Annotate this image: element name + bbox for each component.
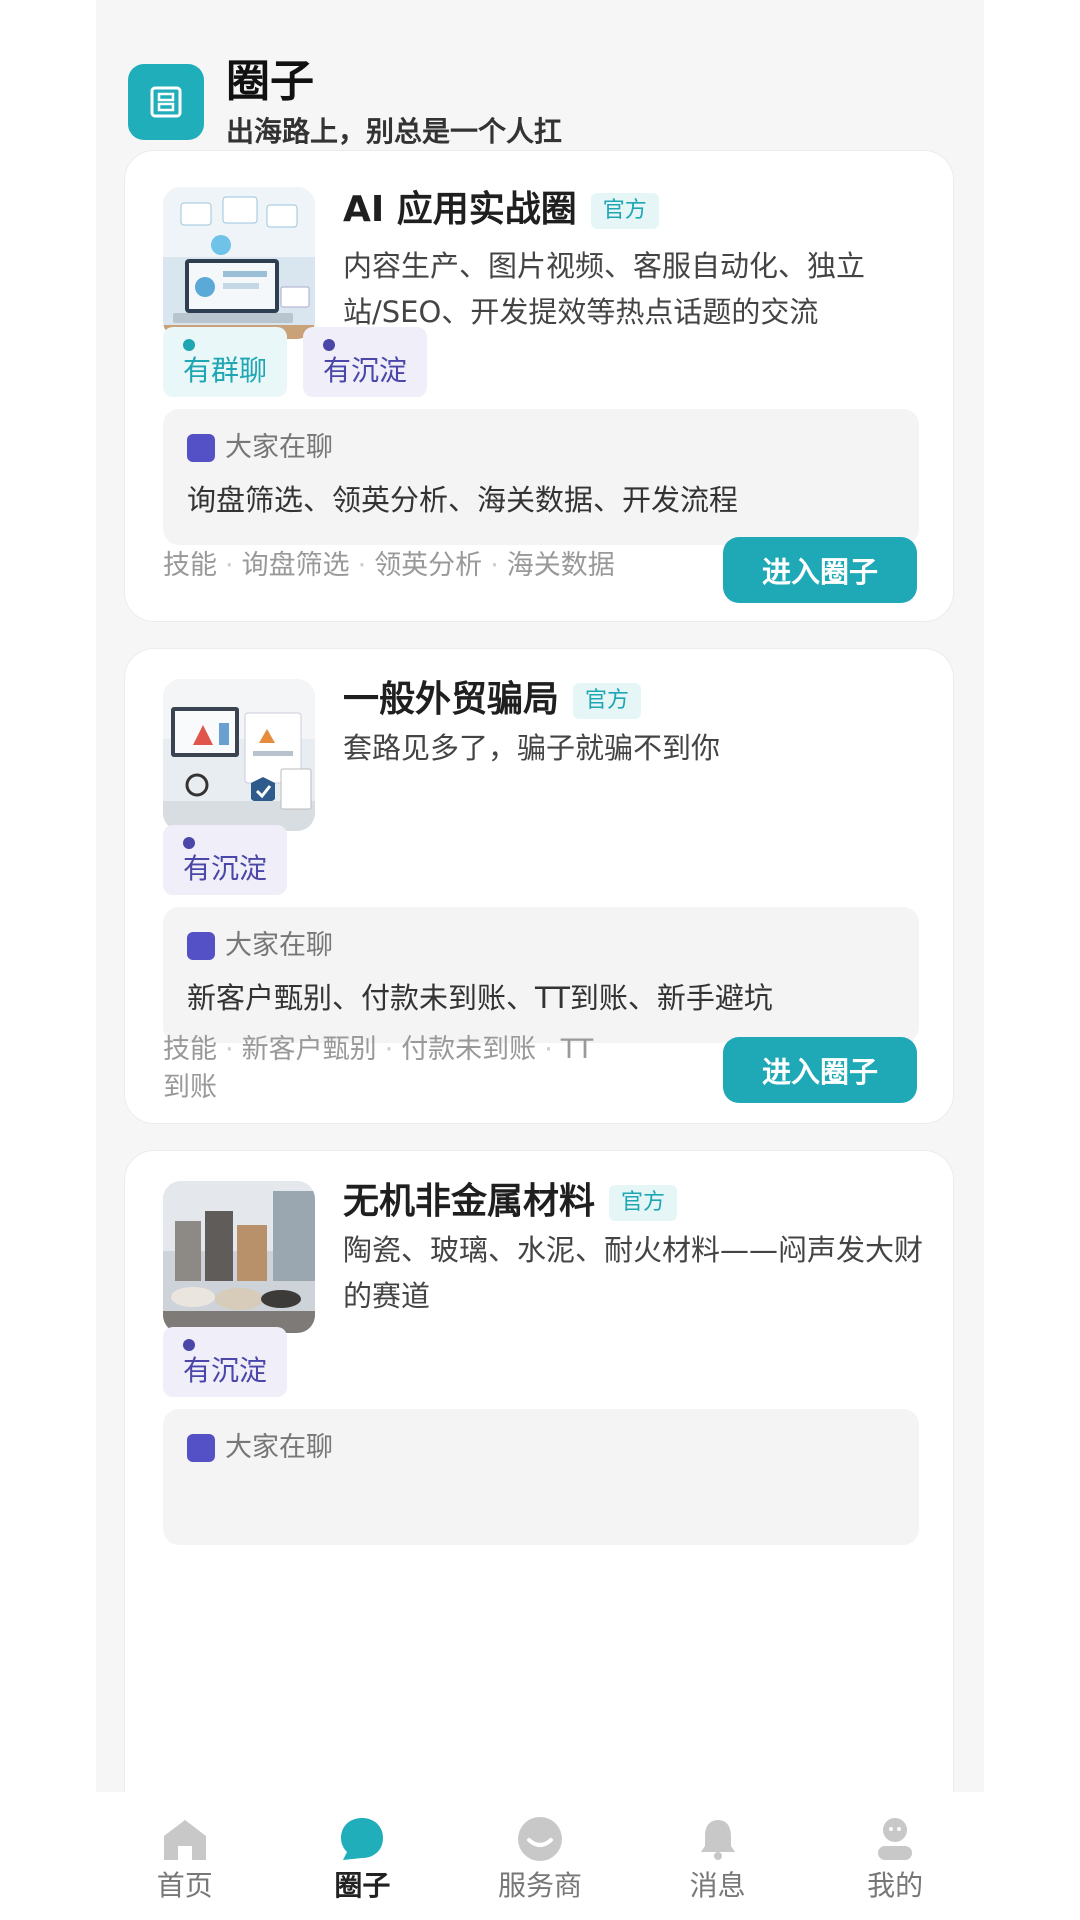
keyword-list: 技能 · 新客户甄别 · 付款未到账 · TT到账: [163, 1034, 594, 1103]
discussion-topics: 新客户甄别、付款未到账、TT到账、新手避坑: [187, 981, 773, 1015]
official-badge: 官方: [590, 193, 659, 229]
discussion-topics: 询盘筛选、领英分析、海关数据、开发流程: [187, 483, 739, 517]
tag-dot-icon: [323, 339, 336, 351]
official-badge: 官方: [573, 683, 642, 719]
page-title: 圈子: [226, 56, 314, 107]
card-thumbnail-image: [163, 679, 315, 831]
page-subtitle: 出海路上，别总是一个人扛: [226, 115, 563, 148]
enter-circle-button[interactable]: 进入圈子: [723, 1037, 917, 1103]
card-description: 套路见多了，骗子就骗不到你: [343, 731, 721, 765]
nav-item-home[interactable]: 首页: [105, 1792, 265, 1904]
tag-accumulation: 有沉淀: [303, 327, 428, 397]
nav-label: 首页: [156, 1869, 213, 1902]
circle-logo-icon: [128, 64, 204, 140]
circle-card[interactable]: 一般外贸骗局 官方 套路见多了，骗子就骗不到你 有沉淀 大家在聊 新客户甄别、付款…: [124, 648, 954, 1124]
discussion-label: 大家在聊: [225, 930, 333, 961]
service-icon: [517, 1817, 562, 1861]
discussion-square-icon: [187, 1434, 215, 1462]
nav-item-profile[interactable]: 我的: [815, 1792, 975, 1904]
page-header: 圈子 出海路上，别总是一个人扛: [128, 54, 952, 154]
discussion-label: 大家在聊: [225, 432, 333, 463]
circle-card[interactable]: AI 应用实战圈 官方 内容生产、图片视频、客服自动化、独立站/SEO、开发提效等…: [124, 150, 954, 622]
nav-item-circle[interactable]: 圈子: [282, 1792, 442, 1904]
app-container: 圈子 出海路上，别总是一个人扛 AI 应用实战圈 官方 内容生产、图片视频、客服…: [96, 0, 984, 1920]
nav-label: 消息: [689, 1869, 746, 1902]
enter-circle-button[interactable]: 进入圈子: [723, 537, 917, 603]
discussion-square-icon: [187, 434, 215, 462]
tag-dot-icon: [183, 339, 195, 351]
card-title: 无机非金属材料 官方: [343, 1177, 678, 1227]
card-thumbnail-image: [163, 187, 315, 339]
nav-label: 圈子: [334, 1869, 391, 1902]
home-icon: [163, 1820, 206, 1860]
tag-group-chat: 有群聊: [163, 327, 288, 397]
card-description: 内容生产、图片视频、客服自动化、独立站/SEO、开发提效等热点话题的交流: [343, 249, 866, 329]
nav-label: 我的: [867, 1869, 924, 1902]
keyword-list: 技能 · 询盘筛选 · 领英分析 · 海关数据: [163, 550, 615, 581]
discussion-box: 大家在聊 询盘筛选、领英分析、海关数据、开发流程: [163, 409, 919, 545]
discussion-square-icon: [187, 932, 215, 960]
circle-card[interactable]: 无机非金属材料 官方 陶瓷、玻璃、水泥、耐火材料——闷声发大财的赛道 有沉淀 大家…: [124, 1150, 954, 1850]
card-description: 陶瓷、玻璃、水泥、耐火材料——闷声发大财的赛道: [343, 1233, 924, 1313]
bottom-nav: 首页 圈子 服务商 消息 我的: [96, 1792, 984, 1920]
tag-accumulation: 有沉淀: [163, 825, 288, 895]
discussion-label: 大家在聊: [225, 1432, 333, 1463]
profile-icon: [878, 1818, 913, 1860]
bell-icon: [700, 1820, 735, 1860]
tag-accumulation: 有沉淀: [163, 1327, 288, 1397]
card-title: AI 应用实战圈 官方: [343, 185, 659, 235]
card-thumbnail-image: [163, 1181, 315, 1333]
official-badge: 官方: [609, 1185, 678, 1221]
nav-item-service[interactable]: 服务商: [460, 1792, 620, 1904]
circle-chat-icon: [341, 1818, 384, 1860]
tag-list: 有群聊 有沉淀: [163, 327, 428, 397]
nav-item-messages[interactable]: 消息: [638, 1792, 798, 1904]
card-title: 一般外贸骗局 官方: [343, 675, 642, 725]
discussion-box: 大家在聊 新客户甄别、付款未到账、TT到账、新手避坑: [163, 907, 919, 1043]
tag-list: 有沉淀: [163, 825, 288, 895]
tag-list: 有沉淀: [163, 1327, 288, 1397]
nav-label: 服务商: [497, 1869, 582, 1902]
discussion-box: 大家在聊: [163, 1409, 919, 1545]
tag-dot-icon: [183, 837, 195, 849]
tag-dot-icon: [183, 1339, 195, 1351]
